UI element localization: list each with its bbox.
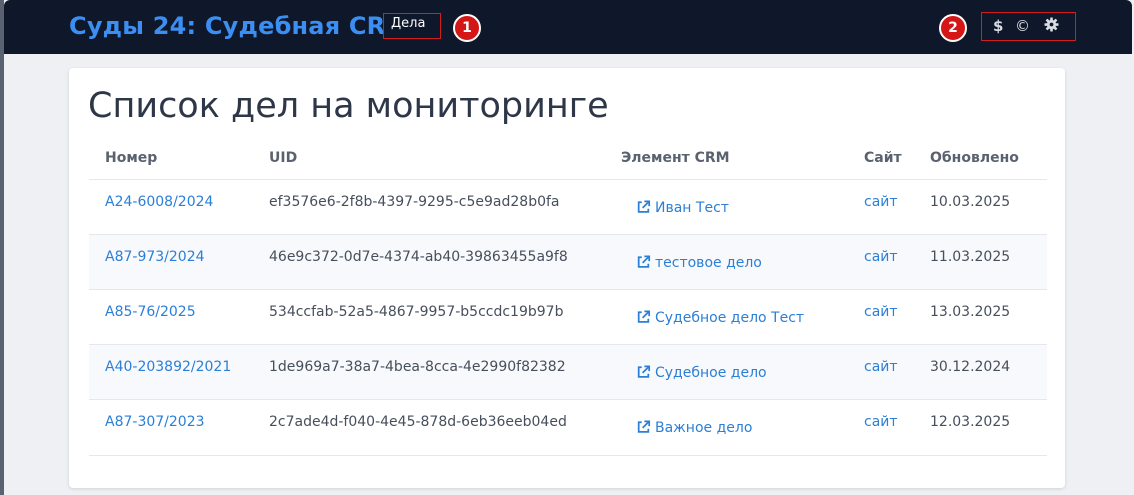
case-number-link[interactable]: A40-203892/2021: [105, 359, 231, 375]
gear-icon[interactable]: [1044, 16, 1059, 38]
table-row: A85-76/2025 534ccfab-52a5-4867-9957-b5cc…: [89, 289, 1047, 345]
updated-date: 10.03.2025: [930, 194, 1011, 210]
annotation-marker-2: 2: [939, 14, 967, 42]
case-uid: ef3576e6-2f8b-4397-9295-c5e9ad28b0fa: [269, 194, 560, 210]
external-link-icon: [637, 420, 651, 433]
updated-date: 11.03.2025: [930, 249, 1011, 265]
updated-date: 13.03.2025: [930, 304, 1011, 320]
site-link[interactable]: сайт: [864, 249, 898, 265]
external-link-icon: [637, 365, 651, 378]
external-link-icon: [637, 310, 651, 323]
site-link[interactable]: сайт: [864, 359, 898, 375]
crm-element-link[interactable]: Судебное дело: [636, 365, 767, 381]
updated-date: 12.03.2025: [930, 414, 1011, 430]
updated-date: 30.12.2024: [930, 359, 1011, 375]
external-link-icon: [637, 255, 651, 268]
table-row: A24-6008/2024 ef3576e6-2f8b-4397-9295-c5…: [89, 179, 1047, 235]
site-link[interactable]: сайт: [864, 304, 898, 320]
dollar-icon[interactable]: $: [993, 15, 1003, 37]
case-number-link[interactable]: A87-973/2024: [105, 249, 205, 265]
crm-element-label: тестовое дело: [655, 255, 762, 271]
column-header-number: Номер: [105, 150, 158, 166]
column-header-crm-element: Элемент CRM: [621, 150, 730, 166]
case-uid: 46e9c372-0d7e-4374-ab40-39863455a9f8: [269, 249, 568, 265]
table-row: A87-973/2024 46e9c372-0d7e-4374-ab40-398…: [89, 234, 1047, 290]
cases-card: Список дел на мониторинге Номер UID Элем…: [69, 68, 1065, 488]
site-link[interactable]: сайт: [864, 194, 898, 210]
case-uid: 534ccfab-52a5-4867-9957-b5ccdc19b97b: [269, 304, 564, 320]
column-header-site: Сайт: [864, 150, 902, 166]
crm-element-label: Важное дело: [655, 420, 753, 436]
case-uid: 2c7ade4d-f040-4e45-878d-6eb36eeb04ed: [269, 414, 567, 430]
crm-element-link[interactable]: Важное дело: [636, 420, 752, 436]
crm-element-label: Судебное дело: [655, 365, 767, 381]
copyright-icon[interactable]: ©: [1015, 15, 1030, 37]
nav-link-cases[interactable]: Дела: [391, 16, 425, 31]
site-link[interactable]: сайт: [864, 414, 898, 430]
left-edge-strip: [0, 0, 4, 495]
annotation-marker-1: 1: [453, 14, 481, 42]
case-number-link[interactable]: A87-307/2023: [105, 414, 205, 430]
crm-element-label: Иван Тест: [655, 200, 729, 216]
top-navbar: Суды 24: Судебная CRM Дела 1 2 $ ©: [4, 0, 1132, 54]
table-bottom-border: [89, 455, 1047, 456]
app-title[interactable]: Суды 24: Судебная CRM: [69, 12, 409, 40]
column-header-updated: Обновлено: [930, 150, 1019, 166]
external-link-icon: [637, 200, 651, 213]
crm-element-link[interactable]: Иван Тест: [636, 200, 729, 216]
case-uid: 1de969a7-38a7-4bea-8cca-4e2990f82382: [269, 359, 566, 375]
column-header-uid: UID: [269, 150, 298, 166]
crm-element-link[interactable]: тестовое дело: [636, 255, 762, 271]
case-number-link[interactable]: A24-6008/2024: [105, 194, 213, 210]
case-number-link[interactable]: A85-76/2025: [105, 304, 196, 320]
table-row: A40-203892/2021 1de969a7-38a7-4bea-8cca-…: [89, 344, 1047, 400]
crm-element-link[interactable]: Судебное дело Тест: [636, 310, 804, 326]
table-row: A87-307/2023 2c7ade4d-f040-4e45-878d-6eb…: [89, 399, 1047, 455]
crm-element-label: Судебное дело Тест: [655, 310, 805, 326]
page-title: Список дел на мониторинге: [88, 86, 609, 126]
